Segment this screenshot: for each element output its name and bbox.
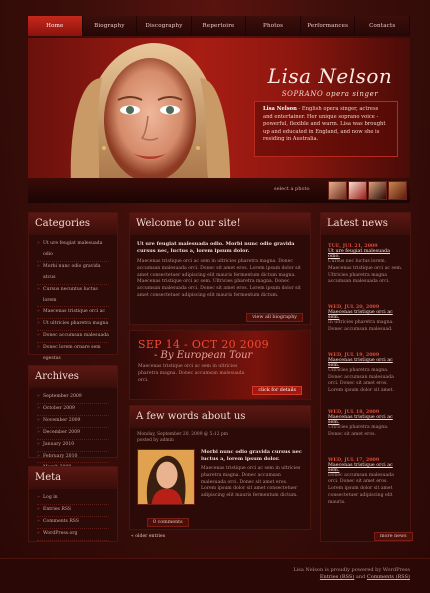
nav-biography[interactable]: Biography [82,16,138,36]
categories-box: Categories Ut ure feugiat malesuada odio… [28,212,118,447]
news-item: WED, JUL 20, 2009 Maecenas tristique orc… [328,304,403,352]
comments-button[interactable]: 0 comments [147,518,189,527]
welcome-box: Welcome to our site! Ut ure feugiat male… [129,212,311,325]
post-author: posted by admin [137,438,174,443]
news-text: Ultricies pharetra magna. Donec accumsan… [328,367,394,394]
archive-item[interactable]: October 2009 [37,404,109,416]
category-item[interactable]: Maecenas tristique orci ac [37,307,109,320]
photo-thumb[interactable] [328,181,347,200]
site-title: Lisa Nelson [267,64,393,88]
about-title: A few words about us [130,406,310,428]
news-box: Latest news TUE, JUL 21, 2009 Ut ure feu… [320,212,411,542]
archive-item[interactable]: December 2009 [37,428,109,440]
meta-item[interactable]: Entries RSS [37,505,109,517]
categories-title: Categories [29,213,117,235]
footer-and: and [354,574,367,580]
category-item[interactable]: Donec lorem ornare sem egestas [37,343,109,366]
meta-item[interactable]: WordPress.org [37,529,109,541]
more-news-button[interactable]: more news [374,532,413,541]
nav-contacts[interactable]: Contacts [355,16,411,36]
footer-comments-rss[interactable]: Comments (RSS) [367,574,410,580]
news-link[interactable]: Ut ure feugiat malesuada odio. [328,249,403,259]
nav-discography[interactable]: Discography [137,16,192,36]
news-item: WED, JUL 17, 2009 Maecenas tristique orc… [328,457,403,513]
welcome-title: Welcome to our site! [130,213,310,235]
news-text: Cursus nec luctus lorem. Maecenas tristi… [328,259,403,285]
footer-powered: Lisa Nelson is proudly powered by WordPr… [293,567,410,573]
archive-item[interactable]: January 2010 [37,440,109,452]
bio-box: Lisa Nelson - English opera singer, actr… [254,101,398,157]
bio-name: Lisa Nelson [263,106,297,112]
meta-box: Meta Log in Entries RSS Comments RSS Wor… [28,466,118,542]
news-link[interactable]: Maecenas tristique orci ac sem. [328,415,403,425]
meta-title: Meta [29,467,117,489]
news-link[interactable]: Maecenas tristique orci ac sem. [328,358,403,368]
footer: Lisa Nelson is proudly powered by WordPr… [0,558,430,593]
news-title: Latest news [321,213,410,235]
main-nav: Home Biography Discography Repertoire Ph… [28,16,411,36]
site-subtitle: SOPRANO opera singer [281,90,379,98]
page: Home Biography Discography Repertoire Ph… [0,0,430,593]
older-entries-link[interactable]: « older entries [131,534,165,541]
footer-entries-rss[interactable]: Entries (RSS) [320,574,354,580]
view-biography-button[interactable]: view all biography [246,312,303,322]
post-image [137,449,195,505]
category-item[interactable]: Ut ure feugiat malesuada odio [37,239,109,262]
tour-name: - By European Tour [154,350,253,361]
post-text: Maecenas tristique orci ac sem in ultric… [201,466,301,499]
news-text: Ultricies pharetra magna. Donec sit amet… [328,424,389,437]
post-lead: Morbi nunc odio gravida cursus nec luctu… [201,449,302,462]
category-item[interactable]: Morbi nunc odio gravida atcus [37,262,109,285]
archives-box: Archives September 2009 October 2009 Nov… [28,365,118,476]
archives-title: Archives [29,366,117,388]
meta-item[interactable]: Log in [37,493,109,505]
archive-item[interactable]: February 2010 [37,452,109,464]
nav-photos[interactable]: Photos [246,16,301,36]
welcome-lead: Ut ure feugiat malesuada odio. Morbi nun… [137,241,295,254]
category-item[interactable]: Cursus necuntus luctus lorem [37,285,109,308]
news-item: WED, JUL 18, 2009 Maecenas tristique orc… [328,409,403,457]
tour-box: SEP 14 - OCT 20 2009 - By European Tour … [129,330,311,400]
nav-repertoire[interactable]: Repertoire [191,16,247,36]
header-banner: Lisa Nelson SOPRANO opera singer Lisa Ne… [28,38,410,203]
tour-details-button[interactable]: click for details [252,386,302,395]
nav-home[interactable]: Home [28,16,83,36]
category-item[interactable]: Donec accumsan malesuada [37,331,109,344]
nav-performances[interactable]: Performances [300,16,356,36]
archive-item[interactable]: September 2009 [37,392,109,404]
news-link[interactable]: Maecenas tristique orci ac sem. [328,310,403,320]
meta-list: Log in Entries RSS Comments RSS WordPres… [29,489,117,545]
photo-thumb[interactable] [388,181,407,200]
news-item: TUE, JUL 21, 2009 Ut ure feugiat malesua… [328,243,403,304]
brand: Lisa Nelson SOPRANO opera singer [260,64,400,98]
news-link[interactable]: Maecenas tristique orci ac sem. [328,463,403,473]
archive-item[interactable]: November 2009 [37,416,109,428]
welcome-text: Maecenas tristique orci ac sem in ultric… [137,259,301,298]
photo-thumb[interactable] [368,181,387,200]
meta-item[interactable]: Comments RSS [37,517,109,529]
select-photo-label: select a photo [274,186,310,192]
about-box: A few words about us Monday, September 2… [129,405,311,530]
photo-thumb[interactable] [348,181,367,200]
news-item: WED, JUL 19, 2009 Maecenas tristique orc… [328,352,403,409]
news-text: Donec accumsan malesuada orci. Donec sit… [328,472,394,505]
tour-text: Maecenas tristique orci ac sem in ultric… [138,364,245,383]
footer-text: Lisa Nelson is proudly powered by WordPr… [293,567,410,581]
category-item[interactable]: Ut ultricies pharetra magna [37,319,109,332]
news-text: In ultricies pharetra magna. Donec accum… [328,320,394,332]
photo-strip: select a photo [28,178,410,203]
